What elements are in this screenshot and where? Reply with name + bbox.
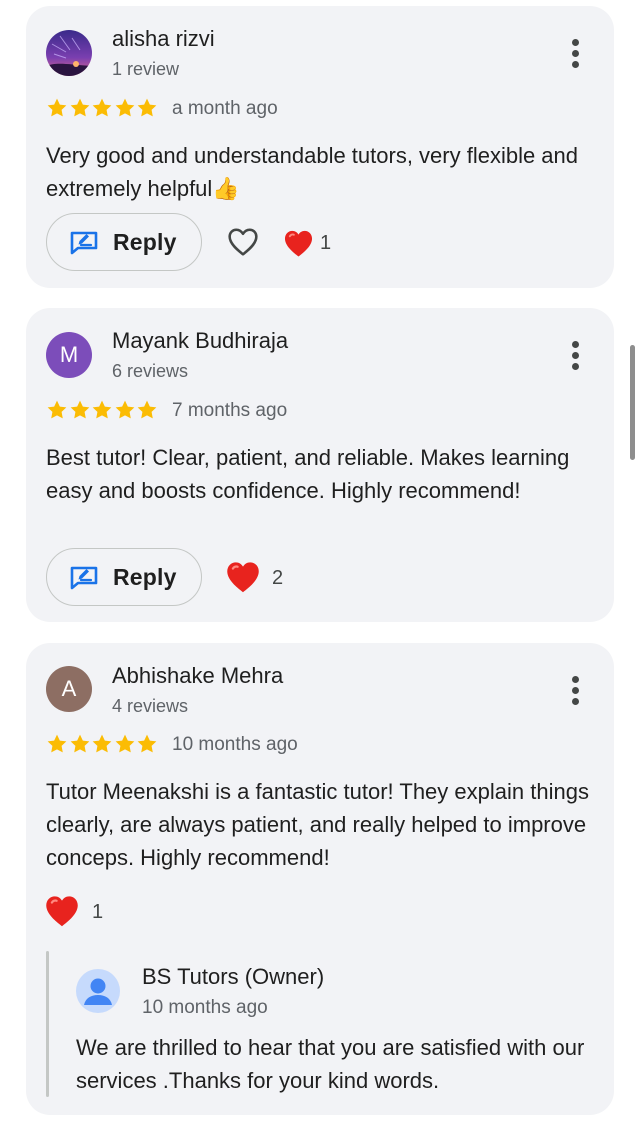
heart-count: 1 [92, 901, 104, 923]
reply-label: Reply [113, 229, 177, 255]
more-options-icon[interactable] [564, 676, 588, 706]
heart-count: 1 [320, 232, 332, 254]
star-icon [114, 399, 136, 421]
review-date: 10 months ago [172, 734, 298, 755]
review-card: A Abhishake Mehra 4 reviews 10 months ag… [26, 643, 614, 1115]
star-icon [136, 97, 158, 119]
star-icon [46, 97, 68, 119]
owner-reply-divider [46, 951, 49, 1097]
review-count: 4 reviews [112, 696, 189, 716]
more-options-icon[interactable] [564, 341, 588, 371]
review-card: M Mayank Budhiraja 6 reviews 7 months ag… [26, 308, 614, 622]
owner-reply-date: 10 months ago [142, 997, 268, 1018]
review-date: a month ago [172, 98, 278, 119]
reply-label: Reply [113, 564, 177, 590]
star-rating [46, 733, 159, 755]
star-icon [114, 97, 136, 119]
star-rating [46, 399, 159, 421]
owner-avatar[interactable] [76, 969, 120, 1013]
review-date: 7 months ago [172, 400, 288, 421]
reviewer-name[interactable]: alisha rizvi [112, 26, 215, 52]
reply-button[interactable]: Reply [46, 213, 202, 271]
review-count: 6 reviews [112, 361, 189, 381]
star-icon [136, 733, 158, 755]
avatar[interactable] [46, 30, 92, 76]
star-icon [114, 733, 136, 755]
review-count: 1 review [112, 59, 180, 79]
review-card: alisha rizvi 1 review a month ago Very g… [26, 6, 614, 288]
reviewer-name[interactable]: Abhishake Mehra [112, 663, 283, 689]
star-icon [91, 733, 113, 755]
owner-reply-text: We are thrilled to hear that you are sat… [76, 1035, 585, 1093]
star-icon [46, 399, 68, 421]
like-heart-outline-icon[interactable] [225, 226, 261, 258]
star-icon [91, 97, 113, 119]
reply-button[interactable]: Reply [46, 548, 202, 606]
review-text: Tutor Meenakshi is a fantastic tutor! Th… [46, 779, 589, 870]
scrollbar[interactable] [630, 345, 635, 460]
review-text: Best tutor! Clear, patient, and reliable… [46, 445, 570, 503]
heart-reaction-icon[interactable] [225, 560, 261, 594]
review-text: Very good and understandable tutors, ver… [46, 143, 579, 201]
star-icon [46, 733, 68, 755]
star-icon [69, 733, 91, 755]
star-rating [46, 97, 159, 119]
avatar-letter: A [61, 676, 77, 701]
more-options-icon[interactable] [564, 39, 588, 69]
avatar[interactable]: A [46, 666, 92, 712]
reply-icon [69, 230, 99, 256]
star-icon [136, 399, 158, 421]
person-icon [84, 978, 112, 1005]
heart-count: 2 [272, 567, 284, 589]
avatar[interactable]: M [46, 332, 92, 378]
owner-name: BS Tutors (Owner) [142, 964, 325, 989]
heart-reaction-icon[interactable] [283, 229, 314, 258]
star-icon [91, 399, 113, 421]
heart-reaction-icon[interactable] [44, 894, 80, 928]
avatar-letter: M [59, 342, 79, 367]
star-icon [69, 399, 91, 421]
star-icon [69, 97, 91, 119]
reply-icon [69, 565, 99, 591]
reviewer-name[interactable]: Mayank Budhiraja [112, 328, 288, 354]
